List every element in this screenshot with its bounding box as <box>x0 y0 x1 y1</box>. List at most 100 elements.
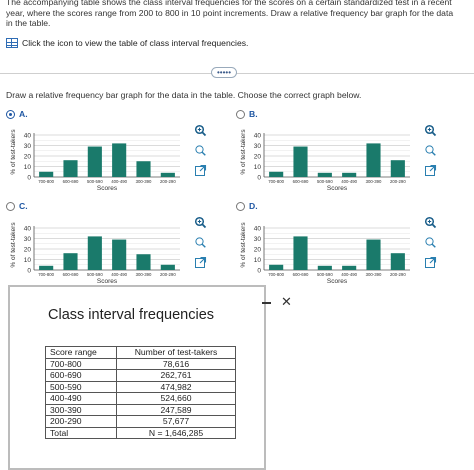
graph-b: 0 10 20 30 40 % of test-takers 700-800 600-690 5… <box>236 119 411 191</box>
graph-a: 0 10 20 30 40 % of test-takers 700-800 600-690 5… <box>6 119 181 191</box>
y-tick-label: 30 <box>24 236 32 243</box>
bar <box>87 146 102 177</box>
cell-score-range: 700-800 <box>45 357 117 370</box>
header-score-range: Score range <box>45 346 117 359</box>
option-d-radio[interactable] <box>236 201 245 211</box>
x-tick-label: 300-390 <box>136 179 152 184</box>
x-axis-label: Scores <box>327 278 348 284</box>
zoom-in-icon[interactable] <box>194 124 207 137</box>
bar-chart: 0 10 20 30 40 % of test-takers 700-800 600-690 5… <box>10 222 180 284</box>
bar <box>269 264 284 270</box>
bar-chart: 0 10 20 30 40 % of test-takers 700-800 600-690 5… <box>240 222 410 284</box>
graph-c: 0 10 20 30 40 % of test-takers 700-800 600-690 5… <box>6 212 181 284</box>
y-tick-label: 10 <box>24 164 32 171</box>
popup-title: Class interval frequencies <box>48 307 215 323</box>
x-tick-label: 600-690 <box>293 179 309 184</box>
zoom-out-icon[interactable] <box>194 236 207 249</box>
x-tick-label: 200-290 <box>390 179 406 184</box>
graph-c-tools <box>194 216 207 269</box>
option-c-radio[interactable] <box>6 201 15 211</box>
option-d-label: D. <box>249 201 258 211</box>
bar <box>269 171 284 177</box>
x-tick-label: 700-800 <box>268 272 284 277</box>
bar <box>112 239 127 270</box>
graph-d-tools <box>424 216 437 269</box>
table-row: 600-690 262,761 <box>45 369 236 382</box>
bar <box>317 172 332 177</box>
bar <box>112 143 127 177</box>
cell-score-range: Total <box>45 426 117 439</box>
bar <box>366 143 381 177</box>
cell-score-range: 500-590 <box>45 380 117 393</box>
bar <box>39 171 54 177</box>
problem-intro: The accompanying table shows the class i… <box>6 0 454 28</box>
table-header-row: Score range Number of test-takers <box>45 346 236 359</box>
y-axis-label: % of test-takers <box>10 129 17 175</box>
expand-more-button[interactable]: ••••• <box>211 67 237 78</box>
option-a-radio[interactable] <box>6 109 15 119</box>
zoom-in-icon[interactable] <box>424 216 437 229</box>
x-tick-label: 600-690 <box>63 272 79 277</box>
zoom-in-icon[interactable] <box>194 216 207 229</box>
y-tick-label: 10 <box>24 257 32 264</box>
open-window-icon[interactable] <box>194 164 207 177</box>
y-tick-label: 40 <box>254 133 262 140</box>
x-tick-label: 700-800 <box>38 272 54 277</box>
x-tick-label: 400-490 <box>111 272 127 277</box>
cell-count: 57,677 <box>116 415 236 428</box>
table-row: 400-490 524,660 <box>45 392 236 405</box>
option-a-label: A. <box>19 109 28 119</box>
cell-count: 524,660 <box>116 392 236 405</box>
graph-b-tools <box>424 124 437 177</box>
y-tick-label: 20 <box>254 247 262 254</box>
y-tick-label: 0 <box>257 175 261 182</box>
close-button[interactable]: ✕ <box>281 294 292 310</box>
x-tick-label: 500-590 <box>317 179 333 184</box>
y-tick-label: 20 <box>254 154 262 161</box>
cell-score-range: 300-390 <box>45 403 117 416</box>
x-tick-label: 500-590 <box>87 179 103 184</box>
y-tick-label: 0 <box>257 268 261 275</box>
bar <box>390 253 405 270</box>
x-tick-label: 600-690 <box>293 272 309 277</box>
bar <box>317 265 332 270</box>
bar <box>63 253 78 270</box>
open-window-icon[interactable] <box>424 164 437 177</box>
table-row: 300-390 247,589 <box>45 403 236 416</box>
y-axis-label: % of test-takers <box>240 222 247 268</box>
table-icon[interactable] <box>6 38 18 48</box>
y-tick-label: 30 <box>254 143 262 150</box>
bar <box>342 172 357 177</box>
cell-score-range: 200-290 <box>45 415 117 428</box>
header-number: Number of test-takers <box>116 346 236 359</box>
x-tick-label: 700-800 <box>268 179 284 184</box>
cell-count: 78,616 <box>116 357 236 370</box>
table-row: 500-590 474,982 <box>45 380 236 393</box>
bar <box>87 236 102 270</box>
option-c[interactable]: C. <box>6 201 28 211</box>
open-window-icon[interactable] <box>424 256 437 269</box>
option-b[interactable]: B. <box>236 109 258 119</box>
zoom-out-icon[interactable] <box>194 144 207 157</box>
x-tick-label: 500-590 <box>87 272 103 277</box>
zoom-out-icon[interactable] <box>424 236 437 249</box>
option-a[interactable]: A. <box>6 109 28 119</box>
option-d[interactable]: D. <box>236 201 258 211</box>
y-tick-label: 20 <box>24 154 32 161</box>
option-b-radio[interactable] <box>236 109 245 119</box>
x-tick-label: 400-490 <box>341 179 357 184</box>
cell-count: 262,761 <box>116 369 236 382</box>
x-tick-label: 300-390 <box>366 179 382 184</box>
frequency-table-wrap: Score range Number of test-takers 700-80… <box>45 346 236 439</box>
minimize-button[interactable] <box>262 302 271 304</box>
y-tick-label: 10 <box>254 257 262 264</box>
open-window-icon[interactable] <box>194 256 207 269</box>
bar-chart: 0 10 20 30 40 % of test-takers 700-800 600-690 5… <box>240 129 410 191</box>
cell-score-range: 400-490 <box>45 392 117 405</box>
zoom-out-icon[interactable] <box>424 144 437 157</box>
x-axis-label: Scores <box>327 185 348 191</box>
table-link[interactable]: Click the icon to view the table of clas… <box>6 38 248 48</box>
bar <box>63 160 78 177</box>
y-tick-label: 20 <box>24 247 32 254</box>
zoom-in-icon[interactable] <box>424 124 437 137</box>
